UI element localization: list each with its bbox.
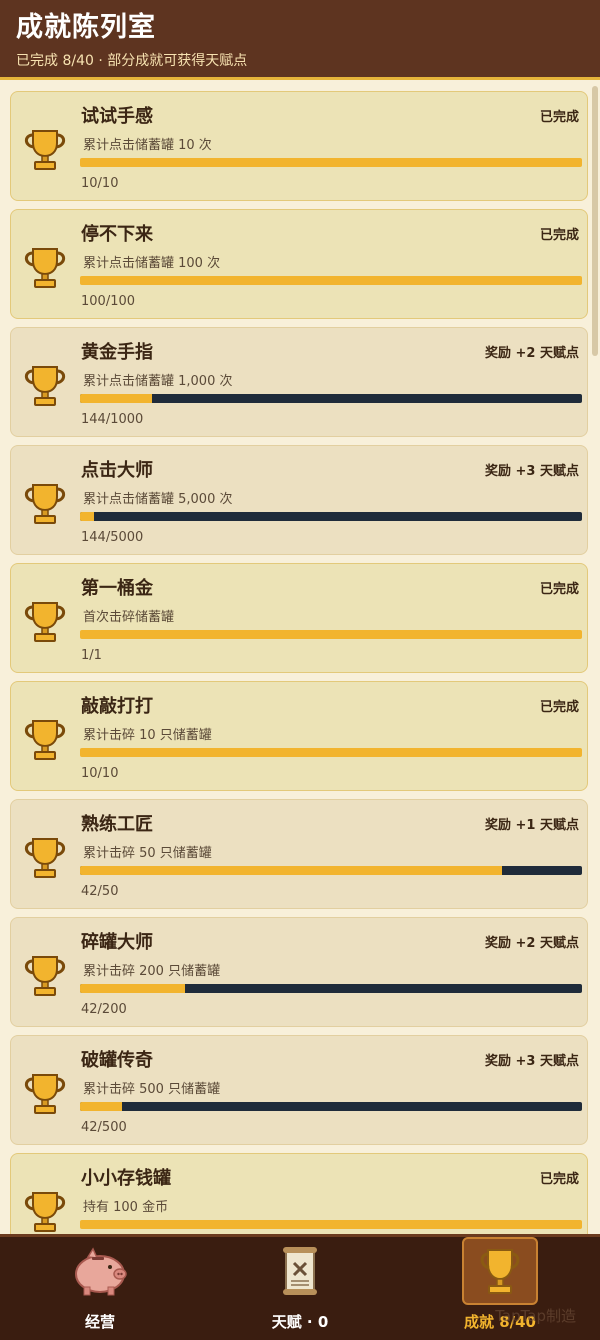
progress-bar-fill [80, 630, 582, 639]
achievement-card[interactable]: 碎罐大师 奖励 +2 天赋点累计击碎 200 只储蓄罐 42/200 [10, 917, 588, 1027]
achievement-card[interactable]: 黄金手指 奖励 +2 天赋点累计点击储蓄罐 1,000 次 144/1000 [10, 327, 588, 437]
progress-bar-fill [80, 866, 502, 875]
progress-bar [80, 866, 582, 875]
progress-bar [80, 394, 582, 403]
progress-bar-fill [80, 1220, 582, 1229]
achievement-name: 碎罐大师 [81, 932, 153, 953]
achievement-status: 奖励 +2 天赋点 [485, 936, 579, 951]
trophy-icon [21, 718, 69, 762]
trophy-icon [21, 600, 69, 644]
progress-text: 100/100 [81, 294, 136, 309]
achievement-status: 奖励 +2 天赋点 [485, 346, 579, 361]
achievement-card[interactable]: 第一桶金 已完成首次击碎储蓄罐 1/1 [10, 563, 588, 673]
page-title: 成就陈列室 [16, 12, 156, 43]
achievement-card[interactable]: 停不下来 已完成累计点击储蓄罐 100 次 100/100 [10, 209, 588, 319]
achievement-description: 累计点击储蓄罐 10 次 [83, 138, 212, 153]
achievement-name: 第一桶金 [81, 578, 153, 599]
achievement-card[interactable]: 破罐传奇 奖励 +3 天赋点累计击碎 500 只储蓄罐 42/500 [10, 1035, 588, 1145]
trophy-icon [21, 1190, 69, 1234]
bottom-nav: 经营 天赋 · 0 成就 8/40 TapTap制造 [0, 1234, 600, 1340]
achievement-status: 已完成 [539, 582, 579, 597]
progress-bar-fill [80, 394, 153, 403]
trophy-icon [21, 836, 69, 880]
progress-bar [80, 276, 582, 285]
progress-bar [80, 158, 582, 167]
scroll-icon [270, 1241, 330, 1301]
progress-bar-fill [80, 276, 582, 285]
achievement-description: 累计点击储蓄罐 5,000 次 [83, 492, 233, 507]
achievement-card[interactable]: 试试手感 已完成累计点击储蓄罐 10 次 10/10 [10, 91, 588, 201]
achievement-status: 奖励 +1 天赋点 [485, 818, 579, 833]
achievement-card[interactable]: 小小存钱罐 已完成持有 100 金币 [10, 1153, 588, 1234]
achievement-name: 停不下来 [81, 224, 153, 245]
progress-text: 10/10 [81, 766, 119, 781]
achievement-name: 破罐传奇 [81, 1050, 153, 1071]
trophy-icon [21, 364, 69, 408]
achievement-status: 已完成 [539, 110, 579, 125]
achievement-status: 奖励 +3 天赋点 [485, 1054, 579, 1069]
achievement-name: 熟练工匠 [81, 814, 153, 835]
achievement-status: 已完成 [539, 1172, 579, 1187]
achievement-card[interactable]: 敲敲打打 已完成累计击碎 10 只储蓄罐 10/10 [10, 681, 588, 791]
achievement-description: 累计击碎 200 只储蓄罐 [83, 964, 221, 979]
progress-bar-fill [80, 748, 582, 757]
trophy-icon [21, 954, 69, 998]
achievement-name: 点击大师 [81, 460, 153, 481]
page-subtitle: 已完成 8/40 · 部分成就可获得天赋点 [16, 53, 248, 69]
progress-bar-fill [80, 1102, 123, 1111]
achievement-description: 首次击碎储蓄罐 [83, 610, 175, 625]
progress-bar-fill [80, 512, 95, 521]
progress-text: 1/1 [81, 648, 102, 663]
achievement-name: 黄金手指 [81, 342, 153, 363]
achievement-status: 已完成 [539, 228, 579, 243]
achievement-name: 小小存钱罐 [81, 1168, 171, 1189]
progress-text: 42/50 [81, 884, 119, 899]
nav-item-talent[interactable]: 天赋 · 0 [200, 1237, 400, 1340]
achievement-card[interactable]: 熟练工匠 奖励 +1 天赋点累计击碎 50 只储蓄罐 42/50 [10, 799, 588, 909]
trophy-icon [21, 246, 69, 290]
piggy-bank-icon [70, 1241, 130, 1301]
progress-bar [80, 630, 582, 639]
achievement-card[interactable]: 点击大师 奖励 +3 天赋点累计点击储蓄罐 5,000 次 144/5000 [10, 445, 588, 555]
progress-bar [80, 1102, 582, 1111]
page-header: 成就陈列室 已完成 8/40 · 部分成就可获得天赋点 [0, 0, 600, 80]
progress-bar [80, 984, 582, 993]
progress-bar [80, 512, 582, 521]
trophy-icon [21, 1072, 69, 1116]
progress-text: 42/200 [81, 1002, 127, 1017]
achievement-name: 敲敲打打 [81, 696, 153, 717]
nav-item-business[interactable]: 经营 [0, 1237, 200, 1340]
progress-text: 42/500 [81, 1120, 127, 1135]
achievement-list[interactable]: 试试手感 已完成 累计点击储蓄罐 10 次 10/10 停不下来 已完成 累计点击储蓄罐 1… [0, 83, 600, 1234]
achievement-description: 累计击碎 10 只储蓄罐 [83, 728, 212, 743]
watermark: TapTap制造 [495, 1307, 576, 1325]
achievement-description: 累计点击储蓄罐 100 次 [83, 256, 221, 271]
nav-label-talent: 天赋 · 0 [271, 1313, 329, 1331]
progress-text: 144/1000 [81, 412, 144, 427]
nav-label-business: 经营 [84, 1313, 115, 1331]
achievement-description: 累计击碎 50 只储蓄罐 [83, 846, 212, 861]
scrollbar[interactable] [592, 86, 598, 356]
progress-text: 144/5000 [81, 530, 144, 545]
progress-bar [80, 1220, 582, 1229]
achievement-name: 试试手感 [81, 106, 153, 127]
progress-bar-fill [80, 984, 186, 993]
progress-text: 10/10 [81, 176, 119, 191]
achievement-status: 奖励 +3 天赋点 [485, 464, 579, 479]
achievement-description: 累计点击储蓄罐 1,000 次 [83, 374, 233, 389]
achievement-description: 累计击碎 500 只储蓄罐 [83, 1082, 221, 1097]
progress-bar-fill [80, 158, 582, 167]
trophy-icon [21, 482, 69, 526]
trophy-icon [462, 1237, 538, 1305]
trophy-icon [21, 128, 69, 172]
achievement-status: 已完成 [539, 700, 579, 715]
progress-bar [80, 748, 582, 757]
achievement-description: 持有 100 金币 [83, 1200, 169, 1215]
